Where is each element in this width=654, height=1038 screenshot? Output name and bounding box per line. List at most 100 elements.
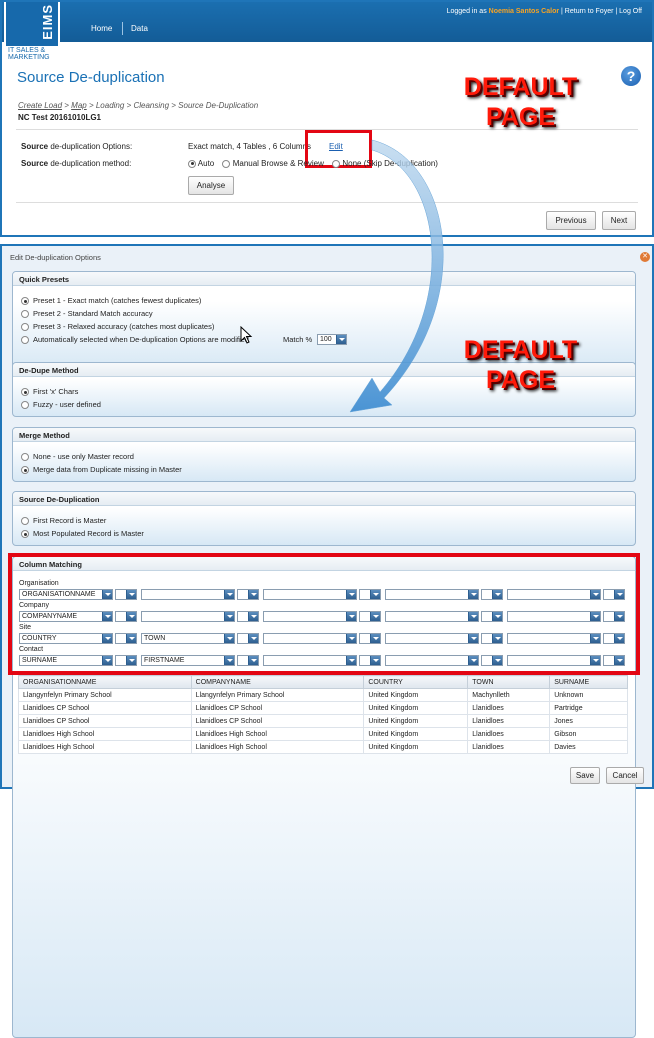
match-percent-label: Match %	[283, 335, 313, 344]
match-percent-value: 100	[320, 336, 332, 343]
table-cell: United Kingdom	[363, 714, 469, 728]
nav-data-link[interactable]: Data	[131, 24, 148, 33]
breadcrumb-source-dedup: Source De-Duplication	[178, 101, 259, 110]
table-cell: United Kingdom	[363, 740, 469, 754]
annotation-line-1: DEFAULT	[463, 336, 578, 364]
most-populated-radio[interactable]	[21, 530, 29, 539]
divider	[16, 202, 638, 203]
preset-1-option[interactable]: Preset 1 - Exact match (catches fewest d…	[21, 296, 201, 306]
options-label-rest: de-duplication Options:	[48, 142, 133, 151]
preset-3-radio[interactable]	[21, 323, 29, 332]
method-label-bold: Source	[21, 159, 49, 168]
preset-3-option[interactable]: Preset 3 - Relaxed accuracy (catches mos…	[21, 322, 215, 332]
merge-method-heading: Merge Method	[13, 428, 635, 442]
table-row[interactable]: Llanidloes High School Llanidloes High Sc…	[18, 740, 628, 754]
dedupe-first-chars-option[interactable]: First 'x' Chars	[21, 387, 78, 397]
top-navigation-bar: Home Data Logged in as Noemia Santos Cal…	[2, 2, 652, 42]
table-cell: Llanidloes	[467, 701, 551, 715]
save-button[interactable]: Save	[570, 767, 600, 784]
column-matching-highlight-box	[8, 553, 640, 675]
logged-in-label: Logged in as	[446, 8, 487, 15]
merge-none-radio[interactable]	[21, 453, 29, 462]
annotation-line-1: DEFAULT	[463, 73, 578, 101]
table-cell: Partridge	[549, 701, 628, 715]
quick-presets-heading: Quick Presets	[13, 272, 635, 286]
table-cell: Llanidloes High School	[190, 740, 365, 754]
radio-none[interactable]	[332, 159, 341, 168]
radio-auto[interactable]	[188, 159, 196, 168]
preset-auto-radio[interactable]	[21, 336, 29, 345]
most-populated-label: Most Populated Record is Master	[33, 529, 144, 538]
table-row[interactable]: Llanidloes High School Llanidloes High Sc…	[18, 727, 628, 741]
radio-manual[interactable]	[222, 159, 231, 168]
method-auto-label: Auto	[197, 159, 215, 168]
preset-2-radio[interactable]	[21, 310, 29, 319]
breadcrumb-create-load[interactable]: Create Load	[18, 101, 62, 110]
help-icon[interactable]: ?	[621, 66, 641, 86]
cancel-button[interactable]: Cancel	[606, 767, 644, 784]
breadcrumb-cleansing: Cleansing	[133, 101, 170, 110]
tagline-line-2: MARKETING	[8, 54, 50, 61]
merge-none-label: None - use only Master record	[33, 452, 134, 461]
eims-logo: EIMS IT SALES & MARKETING	[4, 2, 60, 64]
annotation-line-2: PAGE	[486, 366, 555, 394]
options-value: Exact match, 4 Tables , 6 Columns	[188, 142, 312, 151]
table-cell: Llanidloes CP School	[18, 701, 192, 715]
log-off-link[interactable]: Log Off	[619, 8, 642, 15]
table-row[interactable]: Llangynfelyn Primary School Llangynfelyn …	[18, 688, 628, 702]
dedupe-first-chars-radio[interactable]	[21, 388, 29, 397]
method-manual-option[interactable]: Manual Browse & Review	[222, 159, 324, 168]
logo-text: EIMS	[40, 4, 55, 40]
preset-1-radio[interactable]	[21, 297, 29, 306]
source-dedup-heading: Source De-Duplication	[13, 492, 635, 506]
preset-2-label: Preset 2 - Standard Match accuracy	[33, 309, 153, 318]
options-label: Source de-duplication Options:	[21, 142, 132, 151]
default-page-annotation-top: DEFAULT PAGE	[448, 72, 593, 132]
column-header: ORGANISATIONNAME	[18, 675, 192, 689]
table-cell: Llanidloes CP School	[190, 701, 365, 715]
merge-data-option[interactable]: Merge data from Duplicate missing in Mas…	[21, 465, 182, 475]
preview-body: Llangynfelyn Primary School Llangynfelyn …	[18, 688, 628, 754]
first-record-radio[interactable]	[21, 517, 29, 526]
table-row[interactable]: Llanidloes CP School Llanidloes CP School…	[18, 701, 628, 715]
method-auto-option[interactable]: Auto	[188, 159, 214, 168]
first-record-option[interactable]: First Record is Master	[21, 516, 106, 526]
nav-home-link[interactable]: Home	[91, 24, 112, 33]
close-icon[interactable]: ✕	[640, 252, 650, 262]
dedupe-fuzzy-option[interactable]: Fuzzy - user defined	[21, 400, 101, 410]
table-cell: United Kingdom	[363, 727, 469, 741]
dedupe-fuzzy-radio[interactable]	[21, 401, 29, 410]
table-cell: Llangynfelyn Primary School	[190, 688, 365, 702]
table-cell: Jones	[549, 714, 628, 728]
logo-tagline: IT SALES & MARKETING	[8, 47, 50, 61]
table-cell: Davies	[549, 740, 628, 754]
table-cell: Llanidloes High School	[18, 727, 192, 741]
table-cell: United Kingdom	[363, 701, 469, 715]
preset-3-label: Preset 3 - Relaxed accuracy (catches mos…	[33, 322, 215, 331]
preset-auto-label: Automatically selected when De-duplicati…	[33, 335, 249, 344]
load-name: NC Test 20161010LG1	[18, 113, 102, 122]
most-populated-option[interactable]: Most Populated Record is Master	[21, 529, 144, 539]
nav-separator	[122, 22, 123, 35]
method-none-option[interactable]: None (Skip De-duplication)	[332, 159, 438, 168]
table-row[interactable]: Llanidloes CP School Llanidloes CP School…	[18, 714, 628, 728]
merge-none-option[interactable]: None - use only Master record	[21, 452, 134, 462]
next-button[interactable]: Next	[602, 211, 636, 230]
user-bar: Logged in as Noemia Santos Calor | Retur…	[446, 8, 642, 15]
annotation-line-2: PAGE	[486, 103, 555, 131]
return-to-foyer-link[interactable]: Return to Foyer	[565, 8, 614, 15]
breadcrumb: Create Load > Map > Loading > Cleansing …	[18, 101, 259, 110]
preview-table: ORGANISATIONNAME COMPANYNAME COUNTRY TOW…	[18, 675, 628, 754]
match-percent-select[interactable]: 100	[317, 334, 347, 345]
preview-header-row: ORGANISATIONNAME COMPANYNAME COUNTRY TOW…	[18, 675, 628, 689]
analyse-button[interactable]: Analyse	[188, 176, 234, 195]
mouse-cursor-icon	[240, 326, 253, 344]
breadcrumb-loading: Loading	[95, 101, 125, 110]
preset-2-option[interactable]: Preset 2 - Standard Match accuracy	[21, 309, 153, 319]
merge-data-radio[interactable]	[21, 466, 29, 475]
table-cell: Machynlleth	[467, 688, 551, 702]
merge-method-panel: Merge Method None - use only Master reco…	[12, 427, 636, 482]
previous-button[interactable]: Previous	[546, 211, 596, 230]
breadcrumb-map[interactable]: Map	[71, 101, 87, 110]
table-cell: Llanidloes CP School	[190, 714, 365, 728]
